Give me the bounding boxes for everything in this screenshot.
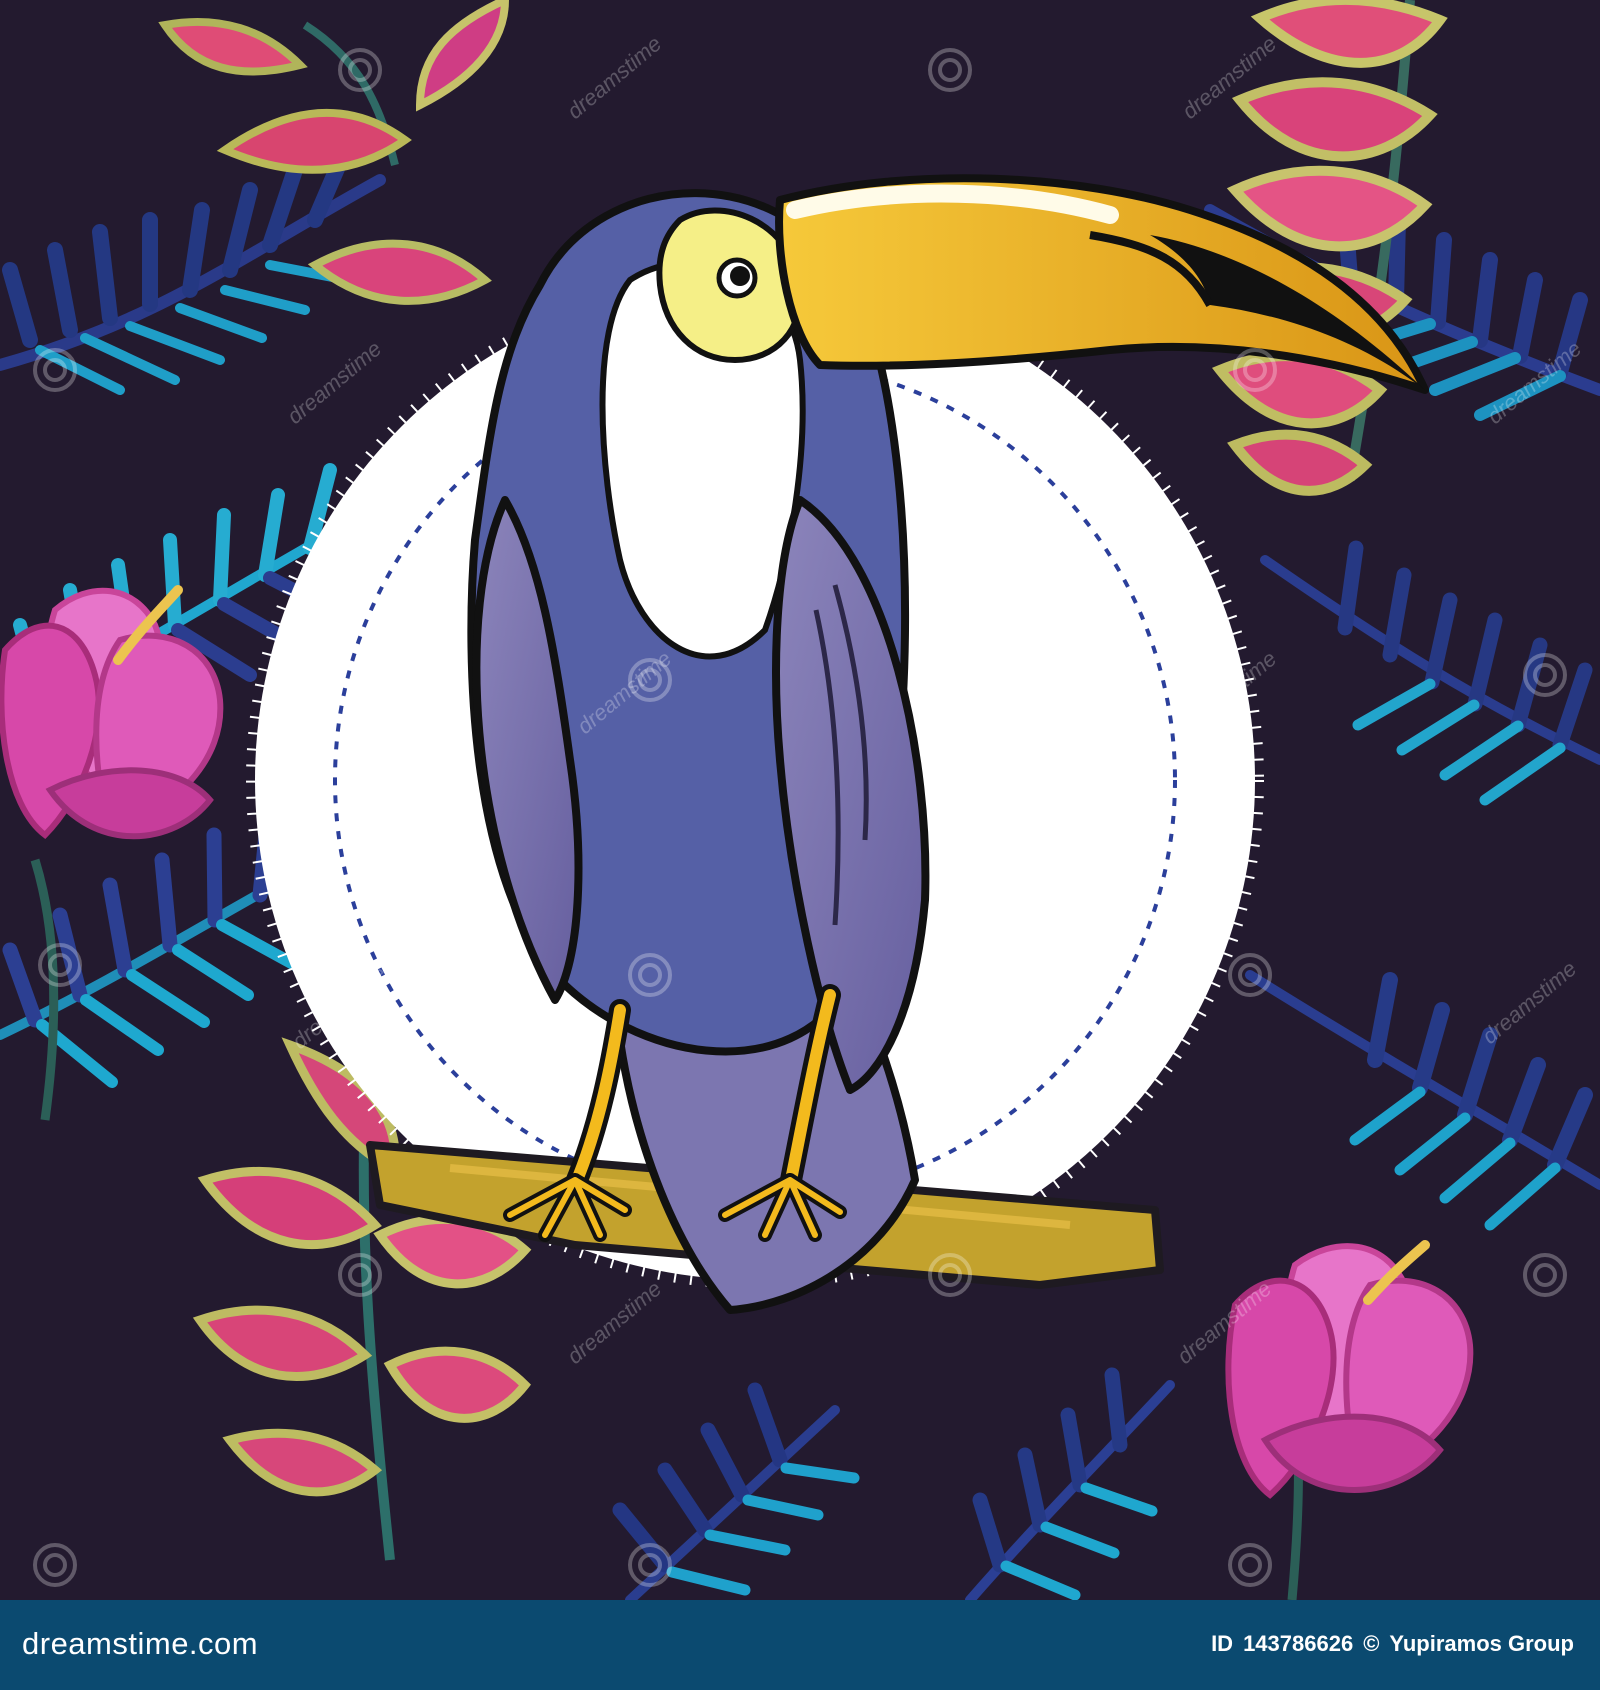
- copyright-icon: ©: [1363, 1631, 1380, 1656]
- stock-footer-bar: dreamstime.com ID 143786626 © Yupiramos …: [0, 1600, 1600, 1690]
- dreamstime-logo: dreamstime.com: [22, 1626, 259, 1661]
- author-name: Yupiramos Group: [1389, 1631, 1574, 1656]
- image-id-value: 143786626: [1243, 1631, 1354, 1656]
- image-credit: ID 143786626 © Yupiramos Group: [1211, 1620, 1574, 1668]
- toucan-illustration: dreamstime dreamstime dreamstime dreamst…: [0, 0, 1600, 1600]
- image-id-label: ID: [1211, 1631, 1234, 1656]
- stock-image-frame: dreamstime dreamstime dreamstime dreamst…: [0, 0, 1600, 1690]
